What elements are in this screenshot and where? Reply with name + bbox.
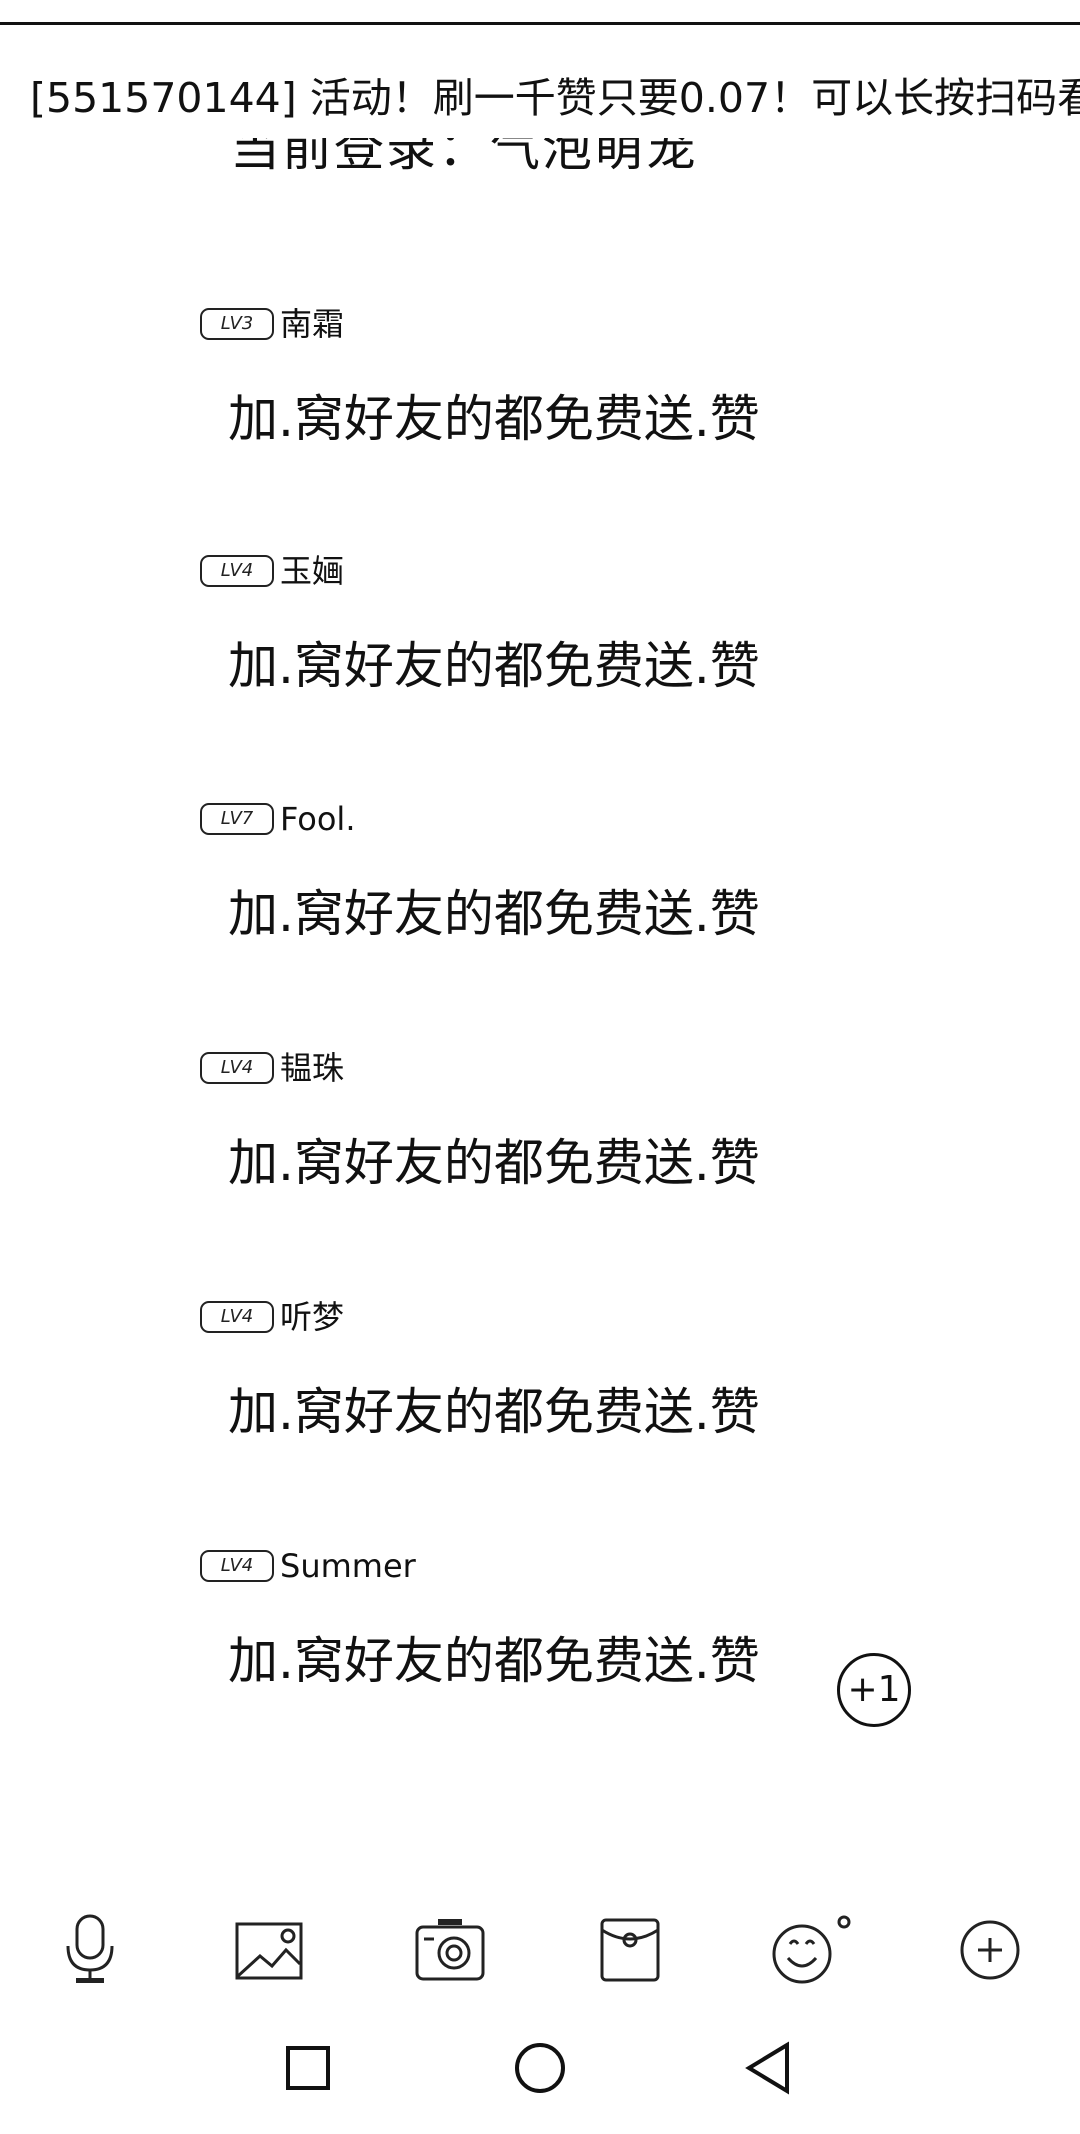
sender-row: LV4 韫珠 — [200, 1046, 344, 1090]
user-name[interactable]: 南霜 — [280, 302, 344, 346]
user-name[interactable]: Summer — [280, 1544, 416, 1588]
level-badge: LV4 — [200, 1301, 274, 1333]
message-text: 加.窝好友的都免费送.赞 — [228, 1383, 760, 1441]
sender-row: LV4 听梦 — [200, 1295, 344, 1339]
current-login-text: 当前登录：气泡萌宠 — [230, 138, 698, 177]
level-badge: LV3 — [200, 308, 274, 340]
message-text: 加.窝好友的都免费送.赞 — [228, 885, 760, 943]
plus-icon[interactable] — [948, 1908, 1032, 1992]
sender-row: LV7 Fool. — [200, 797, 355, 841]
emoji-icon[interactable] — [768, 1908, 852, 1992]
red-packet-icon[interactable] — [588, 1908, 672, 1992]
microphone-icon[interactable] — [48, 1908, 132, 1992]
level-badge: LV4 — [200, 1550, 274, 1582]
current-login-label: 当前登录：气泡萌宠 — [230, 138, 830, 190]
image-icon[interactable] — [228, 1908, 312, 1992]
chat-input-toolbar — [0, 1908, 1080, 2018]
sender-row: LV3 南霜 — [200, 302, 344, 346]
level-badge: LV4 — [200, 1052, 274, 1084]
promo-banner[interactable]: [551570144] 活动！刷一千赞只要0.07！可以长按扫码看 — [30, 70, 1080, 126]
recents-square-icon[interactable] — [268, 2028, 348, 2108]
sender-row: LV4 Summer — [200, 1544, 416, 1588]
plus-one-button[interactable]: +1 — [837, 1653, 911, 1727]
user-name[interactable]: Fool. — [280, 797, 355, 841]
sender-row: LV4 玉婳 — [200, 549, 344, 593]
level-badge: LV7 — [200, 803, 274, 835]
camera-icon[interactable] — [408, 1908, 492, 1992]
message-text: 加.窝好友的都免费送.赞 — [228, 1632, 760, 1690]
message-text: 加.窝好友的都免费送.赞 — [228, 390, 760, 448]
user-name[interactable]: 玉婳 — [280, 549, 344, 593]
home-circle-icon[interactable] — [500, 2028, 580, 2108]
message-text: 加.窝好友的都免费送.赞 — [228, 637, 760, 695]
user-name[interactable]: 韫珠 — [280, 1046, 344, 1090]
system-nav-bar — [0, 2028, 1080, 2118]
back-triangle-icon[interactable] — [728, 2028, 808, 2108]
top-divider — [0, 22, 1080, 25]
message-text: 加.窝好友的都免费送.赞 — [228, 1134, 760, 1192]
user-name[interactable]: 听梦 — [280, 1295, 344, 1339]
level-badge: LV4 — [200, 555, 274, 587]
